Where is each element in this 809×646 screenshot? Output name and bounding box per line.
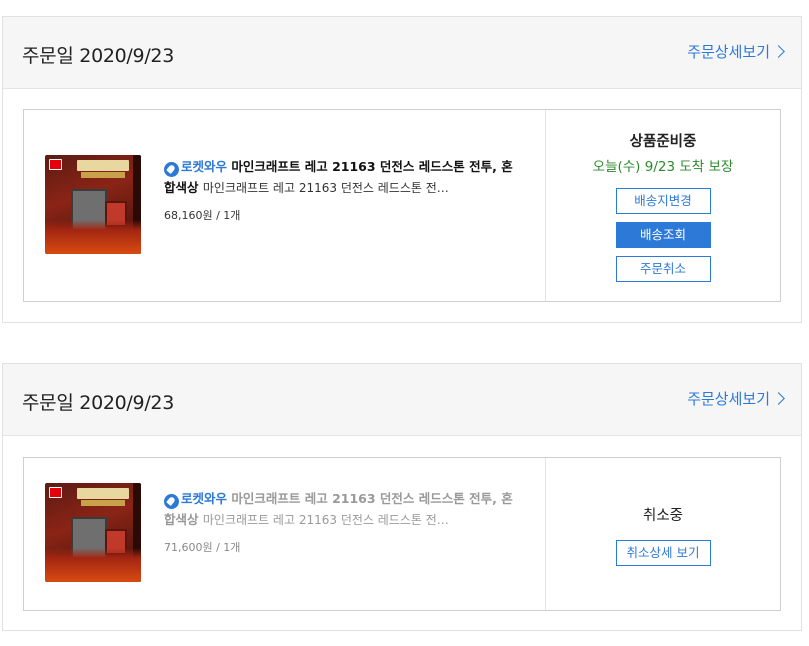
product-thumbnail[interactable] (45, 483, 141, 582)
product-price: 68,160원 / 1개 (164, 209, 241, 222)
action-buttons: 취소상세 보기 (546, 540, 780, 566)
order-item: 로켓와우 마인크래프트 레고 21163 던전스 레드스톤 전투, 혼합색상 마… (23, 109, 781, 302)
product-thumbnail[interactable] (45, 155, 141, 254)
order-header: 주문일 2020/9/23 주문상세보기 (3, 364, 801, 436)
order-status: 상품준비중 (629, 134, 697, 150)
action-buttons: 배송지변경 배송조회 주문취소 (546, 188, 780, 282)
order-detail-link[interactable]: 주문상세보기 (687, 41, 785, 62)
product-option: 마인크래프트 레고 21163 던전스 레드스톤 전… (202, 181, 449, 195)
rocket-wow-badge: 로켓와우 (164, 488, 227, 509)
lego-box-image (45, 155, 141, 254)
track-delivery-button[interactable]: 배송조회 (615, 222, 711, 248)
chevron-right-icon (772, 45, 785, 58)
product-section: 로켓와우 마인크래프트 레고 21163 던전스 레드스톤 전투, 혼합색상 마… (24, 458, 546, 610)
rocket-wow-badge: 로켓와우 (164, 156, 227, 177)
product-title[interactable]: 로켓와우 마인크래프트 레고 21163 던전스 레드스톤 전투, 혼합색상 마… (164, 488, 524, 531)
delivery-promise: 오늘(수) 9/23 도착 보장 (592, 159, 734, 175)
lego-box-image (45, 483, 141, 582)
order-date: 주문일 2020/9/23 (22, 392, 175, 414)
order-detail-label: 주문상세보기 (687, 390, 770, 408)
order-card: 주문일 2020/9/23 주문상세보기 로켓와우 마인크래프트 레고 2116… (2, 16, 802, 323)
order-status: 취소중 (642, 508, 684, 524)
rocket-wow-label: 로켓와우 (181, 491, 228, 506)
product-info: 로켓와우 마인크래프트 레고 21163 던전스 레드스톤 전투, 혼합색상 마… (164, 156, 524, 223)
status-section: 취소중 취소상세 보기 (546, 458, 780, 610)
order-date: 주문일 2020/9/23 (22, 45, 175, 67)
rocket-icon (164, 162, 179, 177)
order-detail-label: 주문상세보기 (687, 43, 770, 61)
order-card: 주문일 2020/9/23 주문상세보기 로켓와우 마인크래프트 레고 2116… (2, 363, 802, 631)
chevron-right-icon (772, 392, 785, 405)
product-option: 마인크래프트 레고 21163 던전스 레드스톤 전… (202, 513, 449, 527)
product-price: 71,600원 / 1개 (164, 541, 241, 554)
change-address-button[interactable]: 배송지변경 (615, 188, 711, 214)
order-item: 로켓와우 마인크래프트 레고 21163 던전스 레드스톤 전투, 혼합색상 마… (23, 457, 781, 611)
status-section: 상품준비중 오늘(수) 9/23 도착 보장 배송지변경 배송조회 주문취소 (546, 110, 780, 301)
order-header: 주문일 2020/9/23 주문상세보기 (3, 17, 801, 89)
product-section: 로켓와우 마인크래프트 레고 21163 던전스 레드스톤 전투, 혼합색상 마… (24, 110, 546, 301)
product-title[interactable]: 로켓와우 마인크래프트 레고 21163 던전스 레드스톤 전투, 혼합색상 마… (164, 156, 524, 199)
product-info: 로켓와우 마인크래프트 레고 21163 던전스 레드스톤 전투, 혼합색상 마… (164, 488, 524, 555)
cancel-order-button[interactable]: 주문취소 (615, 256, 711, 282)
rocket-icon (164, 494, 179, 509)
order-detail-link[interactable]: 주문상세보기 (687, 388, 785, 409)
rocket-wow-label: 로켓와우 (181, 159, 228, 174)
cancel-detail-button[interactable]: 취소상세 보기 (615, 540, 711, 566)
